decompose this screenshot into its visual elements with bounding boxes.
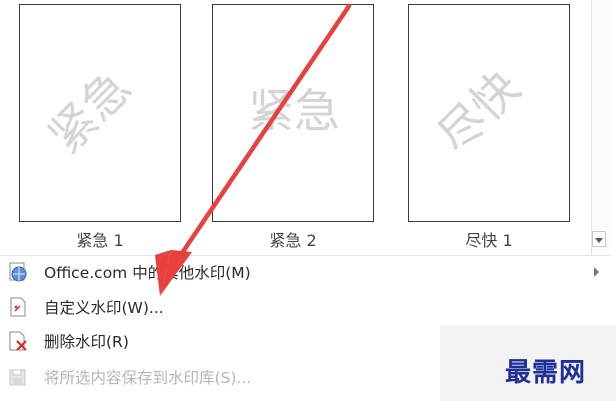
watermark-thumbnail-1[interactable]: 紧急 — [19, 4, 181, 222]
brand-logo: 最需网 — [505, 358, 587, 388]
watermark-thumbnail-2[interactable]: 紧急 — [212, 4, 374, 222]
menu-divider — [0, 255, 610, 256]
watermark-text: 尽快 — [427, 60, 530, 163]
menu-item-label: 删除水印(R) — [44, 333, 129, 351]
watermark-preview: 紧急 — [248, 84, 340, 138]
gallery-more-button[interactable] — [592, 231, 606, 247]
menu-item-label: Office.com 中的其他水印(M) — [44, 264, 251, 282]
watermark-text: 紧急 — [38, 60, 141, 163]
menu-item-custom-watermark[interactable]: 自定义水印(W)... — [0, 292, 610, 322]
watermark-preview: 尽快 — [427, 60, 530, 163]
menu-item-office-watermarks[interactable]: Office.com 中的其他水印(M) — [0, 257, 610, 287]
remove-watermark-icon — [7, 330, 29, 352]
menu-item-label: 将所选内容保存到水印库(S)... — [44, 369, 252, 387]
submenu-arrow-icon — [594, 267, 599, 277]
globe-watermark-icon — [7, 261, 29, 283]
save-to-gallery-icon — [7, 366, 29, 388]
menu-item-label: 自定义水印(W)... — [44, 299, 164, 317]
watermark-preview: 紧急 — [38, 60, 141, 163]
watermark-gallery: 紧急 紧急 1 紧急 紧急 2 尽快 尽快 1 — [0, 0, 590, 255]
thumbnail-caption: 尽快 1 — [465, 231, 513, 250]
custom-watermark-icon — [7, 296, 29, 318]
thumbnail-caption: 紧急 1 — [76, 231, 124, 250]
gallery-scrollbar[interactable] — [591, 0, 609, 255]
watermark-text: 紧急 — [248, 84, 340, 138]
watermark-thumbnail-3[interactable]: 尽快 — [408, 4, 570, 222]
thumbnail-caption: 紧急 2 — [269, 231, 317, 250]
